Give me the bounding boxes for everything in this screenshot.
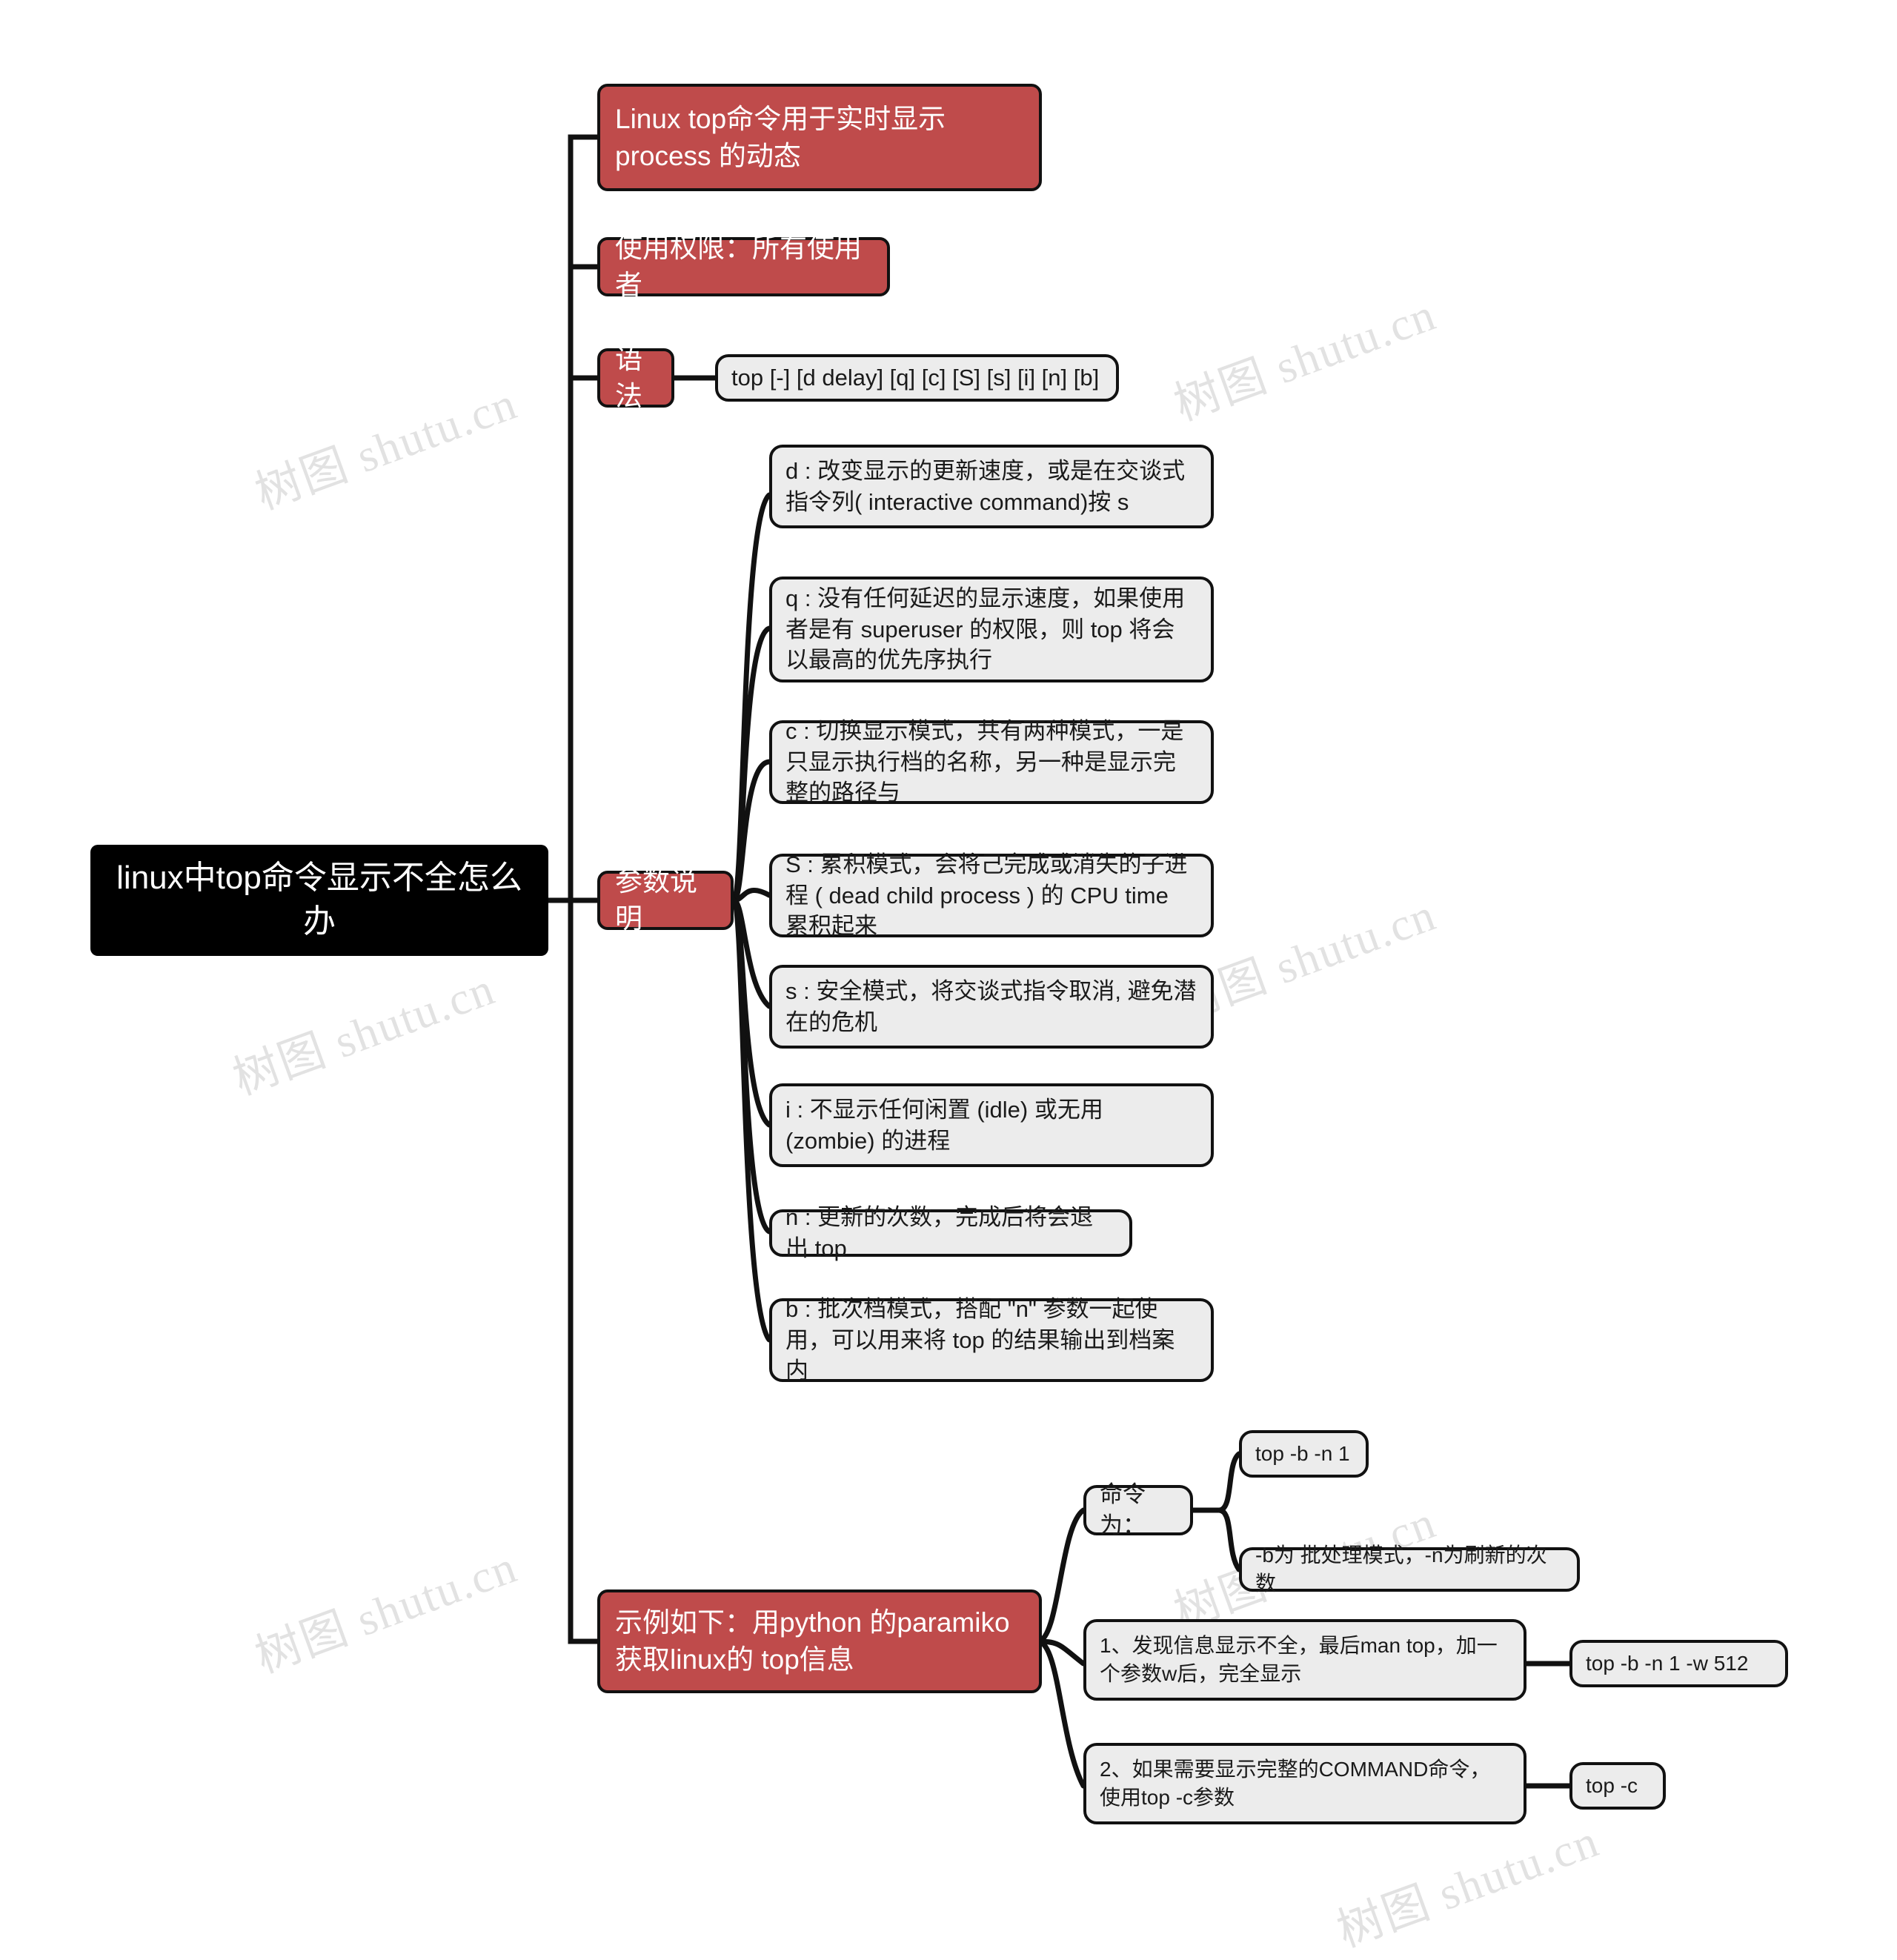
leaf-label: top -b -n 1 [1255, 1442, 1350, 1466]
leaf-label: i : 不显示任何闲置 (idle) 或无用 (zombie) 的进程 [785, 1096, 1103, 1154]
leaf-label: -b为 批处理模式，-n为刷新的次数 [1255, 1544, 1547, 1595]
leaf-label: b : 批次档模式，搭配 "n" 参数一起使用，可以用来将 top 的结果输出到… [785, 1296, 1175, 1384]
leaf-node-tip-2[interactable]: 2、如果需要显示完整的COMMAND命令，使用top -c参数 [1083, 1743, 1526, 1824]
leaf-node-param-n[interactable]: n : 更新的次数，完成后将会退出 top [769, 1204, 1132, 1261]
leaf-label: d : 改变显示的更新速度，或是在交谈式指令列( interactive com… [785, 457, 1186, 515]
leaf-label: 命令为： [1100, 1481, 1146, 1538]
leaf-label: 2、如果需要显示完整的COMMAND命令，使用top -c参数 [1100, 1758, 1491, 1809]
leaf-node-param-q[interactable]: q : 没有任何延迟的显示速度，如果使用者是有 superuser 的权限，则 … [769, 577, 1214, 682]
branch-label: 示例如下：用python 的paramiko 获取linux的 top信息 [615, 1607, 1010, 1675]
leaf-node-param-b[interactable]: b : 批次档模式，搭配 "n" 参数一起使用，可以用来将 top 的结果输出到… [769, 1296, 1214, 1383]
leaf-node-param-S[interactable]: S : 累积模式，会将己完成或消失的子进程 ( dead child proce… [769, 851, 1214, 939]
leaf-label: top -b -n 1 -w 512 [1586, 1652, 1749, 1675]
branch-label: 语法 [615, 344, 642, 411]
mindmap-canvas: linux中top命令显示不全怎么办 Linux top命令用于实时显示 pro… [0, 0, 1897, 1932]
leaf-label: n : 更新的次数，完成后将会退出 top [785, 1204, 1094, 1261]
leaf-label: 1、发现信息显示不全，最后man top，加一个参数w后，完全显示 [1100, 1634, 1498, 1685]
leaf-label: top [-] [d delay] [q] [c] [S] [s] [i] [n… [731, 365, 1100, 391]
leaf-node-param-c[interactable]: c : 切换显示模式，共有两种模式，一是只显示执行档的名称，另一种是显示完整的路… [769, 718, 1214, 805]
leaf-node-command-label[interactable]: 命令为： [1083, 1481, 1193, 1538]
branch-node-permission[interactable]: 使用权限：所有使用者 [597, 233, 890, 300]
leaf-node-tip-1-command[interactable]: top -b -n 1 -w 512 [1569, 1640, 1788, 1687]
branch-node-example[interactable]: 示例如下：用python 的paramiko 获取linux的 top信息 [597, 1589, 1042, 1693]
leaf-node-command-topbn1[interactable]: top -b -n 1 [1239, 1430, 1369, 1478]
leaf-label: S : 累积模式，会将己完成或消失的子进程 ( dead child proce… [785, 851, 1188, 940]
leaf-node-tip-2-command[interactable]: top -c [1569, 1762, 1666, 1810]
branch-label: Linux top命令用于实时显示 process 的动态 [615, 103, 946, 171]
leaf-node-syntax-usage[interactable]: top [-] [d delay] [q] [c] [S] [s] [i] [n… [715, 354, 1119, 402]
mindmap-root-node[interactable]: linux中top命令显示不全怎么办 [90, 845, 548, 956]
leaf-label: c : 切换显示模式，共有两种模式，一是只显示执行档的名称，另一种是显示完整的路… [785, 718, 1184, 806]
branch-node-syntax[interactable]: 语法 [597, 344, 674, 411]
branch-node-parameters[interactable]: 参数说明 [597, 866, 734, 934]
leaf-label: q : 没有任何延迟的显示速度，如果使用者是有 superuser 的权限，则 … [785, 585, 1186, 674]
branch-node-overview[interactable]: Linux top命令用于实时显示 process 的动态 [597, 84, 1042, 191]
leaf-node-command-explanation[interactable]: -b为 批处理模式，-n为刷新的次数 [1239, 1544, 1580, 1595]
leaf-label: s : 安全模式，将交谈式指令取消, 避免潜在的危机 [785, 977, 1197, 1035]
leaf-node-tip-1[interactable]: 1、发现信息显示不全，最后man top，加一个参数w后，完全显示 [1083, 1619, 1526, 1701]
branch-label: 使用权限：所有使用者 [615, 233, 862, 300]
root-label: linux中top命令显示不全怎么办 [116, 860, 522, 940]
leaf-label: top -c [1586, 1774, 1638, 1798]
leaf-node-param-i[interactable]: i : 不显示任何闲置 (idle) 或无用 (zombie) 的进程 [769, 1083, 1214, 1167]
leaf-node-param-d[interactable]: d : 改变显示的更新速度，或是在交谈式指令列( interactive com… [769, 445, 1214, 528]
branch-label: 参数说明 [615, 866, 697, 934]
leaf-node-param-s[interactable]: s : 安全模式，将交谈式指令取消, 避免潜在的危机 [769, 965, 1214, 1049]
